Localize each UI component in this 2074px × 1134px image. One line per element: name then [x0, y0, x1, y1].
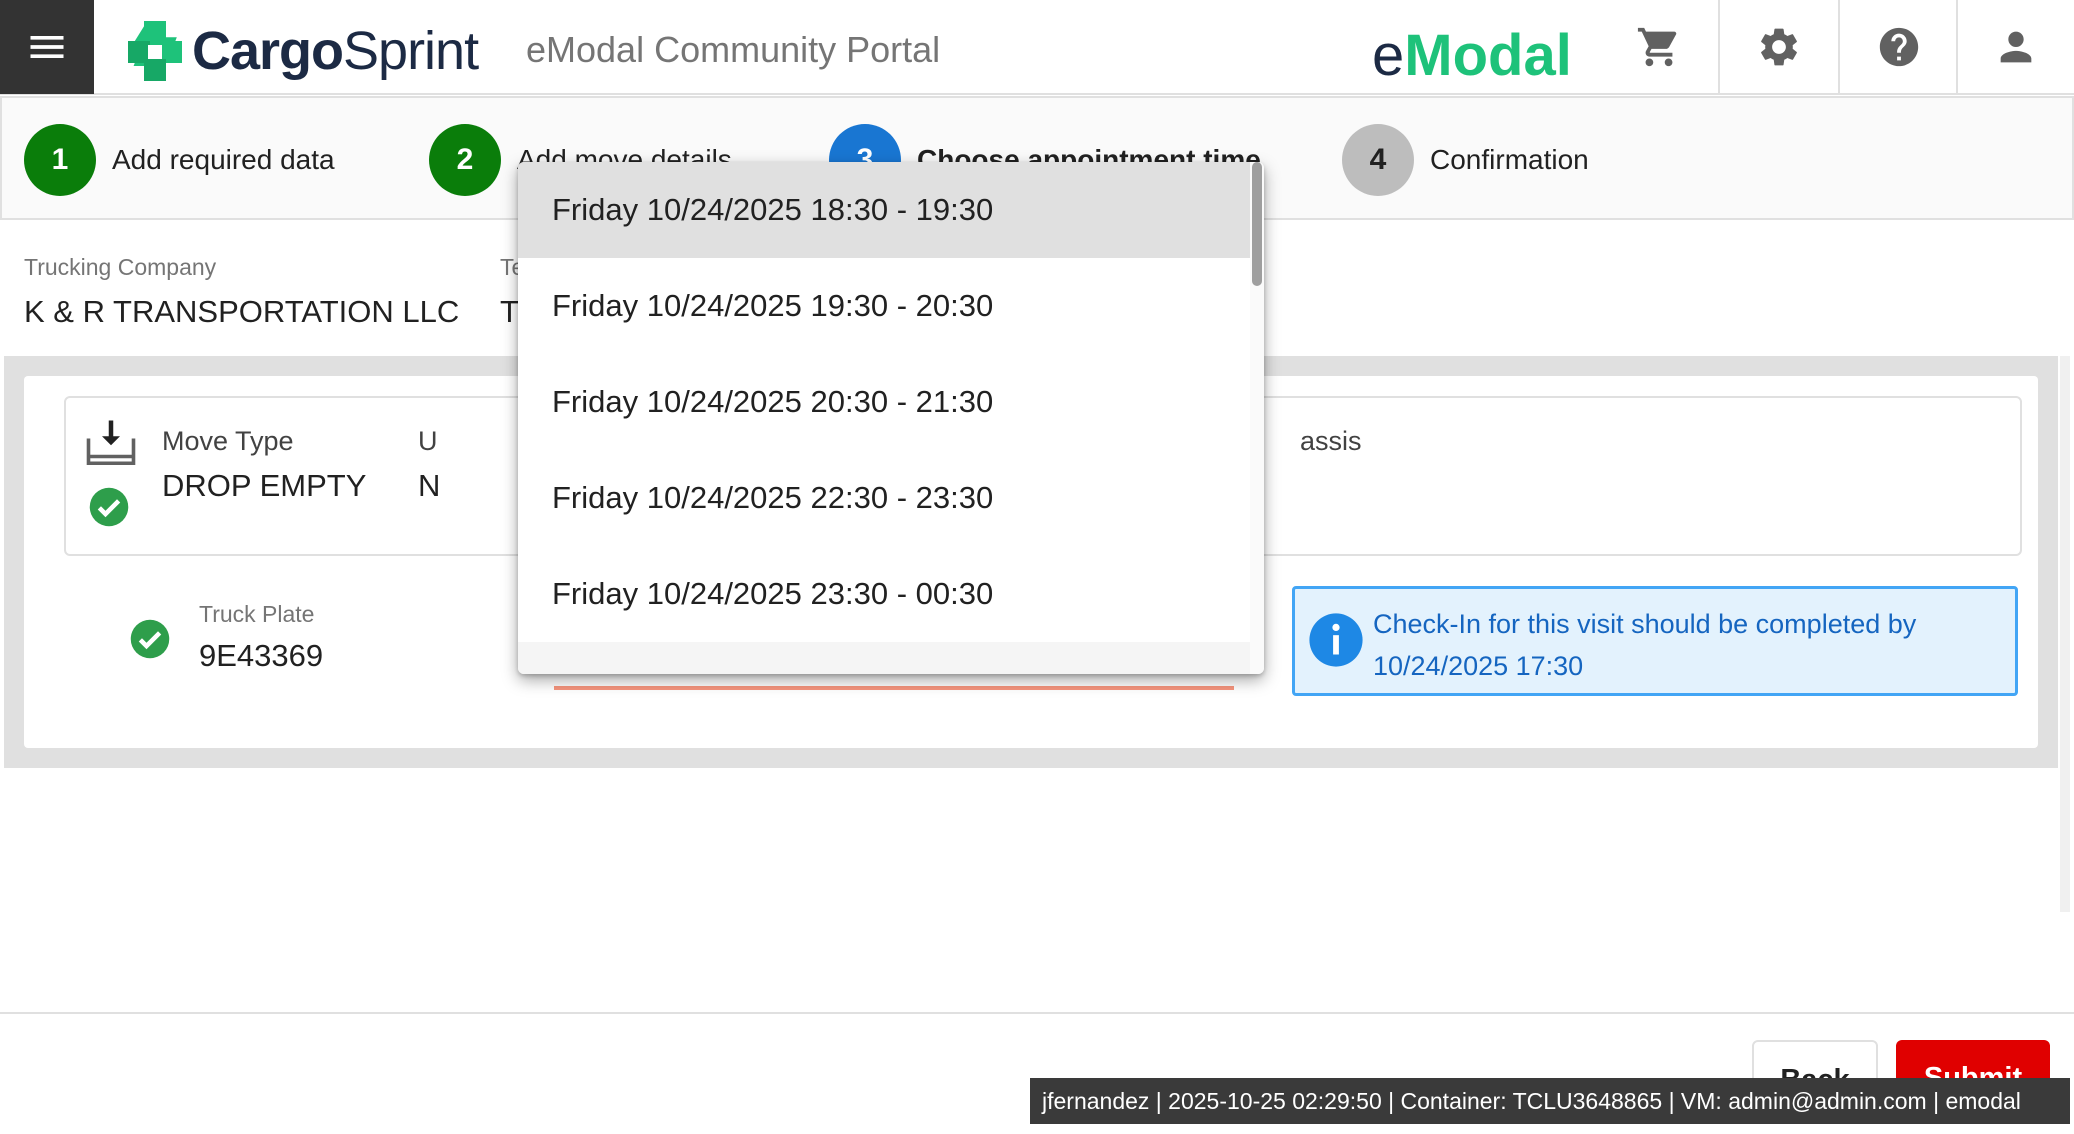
app-header: CargoSprint eModal Community Portal eMod…: [0, 0, 2074, 95]
appointment-option[interactable]: Friday 10/24/2025 22:30 - 23:30: [518, 450, 1250, 546]
gear-icon: [1761, 28, 1797, 66]
appointment-select-underline[interactable]: [554, 686, 1234, 690]
page-scrollbar[interactable]: [2060, 356, 2070, 912]
logo-text-cargo: Cargo: [192, 21, 344, 81]
user-button[interactable]: [1958, 0, 2074, 94]
emodal-logo-modal: Modal: [1404, 23, 1572, 88]
download-tray-icon: [86, 420, 136, 466]
portal-title: eModal Community Portal: [526, 29, 941, 70]
appointment-option[interactable]: Friday 10/24/2025 20:30 - 21:30: [518, 354, 1250, 450]
chassis-label: assis: [1300, 426, 1362, 456]
user-icon: [2000, 31, 2032, 63]
appointment-option[interactable]: Friday 10/24/2025 19:30 - 20:30: [518, 258, 1250, 354]
checkin-notice: Check-In for this visit should be comple…: [1292, 586, 2018, 696]
checkin-notice-line1: Check-In for this visit should be comple…: [1373, 609, 1917, 639]
step-label: Add required data: [112, 144, 335, 175]
truck-plate-value: 9E43369: [199, 638, 324, 673]
appointment-option[interactable]: Friday 10/24/2025 23:30 - 00:30: [518, 546, 1250, 642]
partial-field-label: U: [418, 426, 438, 456]
help-icon: [1879, 27, 1919, 67]
help-button[interactable]: [1840, 0, 1958, 94]
step-number: 1: [24, 124, 96, 196]
step-label: Confirmation: [1430, 144, 1589, 175]
appointment-option[interactable]: Friday 10/24/2025 18:30 - 19:30: [518, 162, 1250, 258]
checkin-notice-line2: 10/24/2025 17:30: [1373, 651, 1584, 681]
cart-icon: [1637, 27, 1677, 67]
session-status-bar: jfernandez | 2025-10-25 02:29:50 | Conta…: [1030, 1078, 2070, 1124]
move-type-label: Move Type: [162, 426, 294, 456]
trucking-company-label: Trucking Company: [24, 254, 217, 280]
check-circle-icon: [130, 619, 170, 659]
dropdown-scrollbar[interactable]: [1250, 162, 1264, 674]
dropdown-scrollbar-thumb[interactable]: [1252, 162, 1262, 286]
settings-button[interactable]: [1720, 0, 1838, 94]
logo-text: CargoSprint: [192, 20, 479, 82]
step-confirmation[interactable]: 4 Confirmation: [1342, 124, 1589, 196]
truck-plate-label: Truck Plate: [199, 601, 315, 627]
checkin-notice-text: Check-In for this visit should be comple…: [1373, 603, 2003, 687]
move-type-value: DROP EMPTY: [162, 468, 367, 503]
trucking-company-value: K & R TRANSPORTATION LLC: [24, 294, 460, 329]
partial-field-value: N: [418, 468, 441, 503]
emodal-logo: eModal: [1372, 22, 1572, 89]
menu-icon: [30, 36, 64, 58]
check-circle-icon: [89, 487, 129, 527]
cart-button[interactable]: [1600, 0, 1718, 94]
appointment-option-partial[interactable]: [518, 642, 1250, 674]
menu-button[interactable]: [0, 0, 94, 94]
info-icon: [1309, 613, 1363, 667]
logo-text-sprint: Sprint: [343, 21, 479, 81]
cargosprint-logo-icon: [128, 21, 182, 81]
partial-info-value: T: [500, 294, 519, 329]
cargosprint-logo[interactable]: CargoSprint: [124, 20, 479, 82]
appointment-time-dropdown[interactable]: Friday 10/24/2025 18:30 - 19:30 Friday 1…: [518, 162, 1264, 674]
step-add-required-data[interactable]: 1 Add required data: [24, 124, 335, 196]
step-number: 4: [1342, 124, 1414, 196]
emodal-logo-e: e: [1372, 23, 1405, 88]
step-number: 2: [429, 124, 501, 196]
